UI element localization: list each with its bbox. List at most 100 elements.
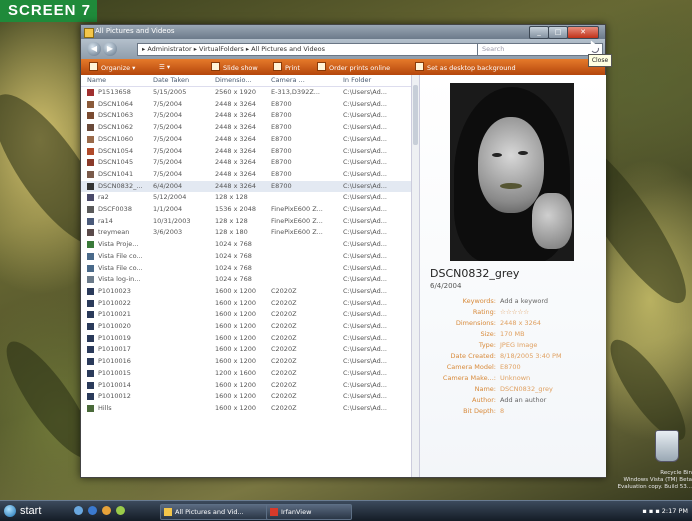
- forward-button[interactable]: ▶: [103, 42, 117, 56]
- table-row[interactable]: DSCN1063 7/5/2004 2448 x 3264 E8700 C:\Users…: [81, 110, 411, 122]
- scrollbar-thumb[interactable]: [413, 85, 418, 145]
- property-value[interactable]: 170 MB: [500, 329, 525, 340]
- views-button[interactable]: ☰ ▾: [159, 62, 170, 72]
- cell-camera: E8700: [271, 99, 292, 108]
- table-row[interactable]: treymean 3/6/2003 128 x 180 FinePixE600 Z..…: [81, 227, 411, 239]
- print-icon: [273, 62, 282, 71]
- column-header-name[interactable]: Name: [87, 75, 143, 86]
- property-row[interactable]: Size: 170 MB: [420, 329, 606, 340]
- column-header-date-taken[interactable]: Date Taken: [153, 75, 201, 86]
- cell-name: DSCN1064: [98, 99, 134, 108]
- cell-date-taken: 1/1/2004: [153, 205, 183, 213]
- property-label: Name:: [474, 385, 496, 393]
- cell-name: P1010016: [98, 357, 131, 366]
- show-desktop-icon[interactable]: [74, 506, 83, 515]
- system-tray[interactable]: ▪ ▪ ▪ 2:17 PM: [618, 504, 688, 518]
- property-value[interactable]: Add an author: [500, 395, 546, 406]
- minimize-button[interactable]: _: [529, 26, 549, 39]
- organize-button[interactable]: Organize ▾: [89, 62, 135, 72]
- property-value[interactable]: JPEG Image: [500, 340, 537, 351]
- folder-icon: [164, 508, 172, 516]
- table-row[interactable]: P1010023 1600 x 1200 C2020Z C:\Users\Ad...: [81, 286, 411, 298]
- table-row[interactable]: P1010012 1600 x 1200 C2020Z C:\Users\Ad...: [81, 391, 411, 403]
- file-thumbnail-icon: [87, 323, 94, 330]
- taskbar-item-explorer[interactable]: All Pictures and Vid...: [160, 504, 276, 520]
- table-row[interactable]: DSCN1060 7/5/2004 2448 x 3264 E8700 C:\Users…: [81, 134, 411, 146]
- table-row[interactable]: P1010016 1600 x 1200 C2020Z C:\Users\Ad...: [81, 356, 411, 368]
- cell-dimensions: 1024 x 768: [215, 240, 252, 249]
- table-row[interactable]: Hills 1600 x 1200 C2020Z C:\Users\Ad...: [81, 403, 411, 415]
- table-row[interactable]: DSCN0832_... 6/4/2004 2448 x 3264 E8700 C:\U…: [81, 180, 411, 193]
- property-value[interactable]: Unknown: [500, 373, 530, 384]
- column-header-camera[interactable]: Camera ...: [271, 75, 323, 86]
- file-thumbnail-icon: [87, 147, 94, 155]
- recycle-bin-icon[interactable]: [655, 430, 679, 462]
- property-row[interactable]: Name: DSCN0832_grey: [420, 384, 606, 395]
- table-row[interactable]: Vista log-in... 1024 x 768 C:\Users\Ad...: [81, 274, 411, 286]
- table-row[interactable]: DSCN1062 7/5/2004 2448 x 3264 E8700 C:\Users…: [81, 122, 411, 134]
- cell-name: DSCN1054: [98, 146, 134, 155]
- maximize-button[interactable]: □: [548, 26, 568, 39]
- start-button[interactable]: start: [4, 504, 41, 518]
- property-row[interactable]: Date Created: 8/18/2005 3:40 PM: [420, 351, 606, 362]
- media-player-icon[interactable]: [102, 506, 111, 515]
- table-row[interactable]: P1010021 1600 x 1200 C2020Z C:\Users\Ad...: [81, 309, 411, 321]
- internet-explorer-icon[interactable]: [88, 506, 97, 515]
- table-row[interactable]: P1010022 1600 x 1200 C2020Z C:\Users\Ad...: [81, 298, 411, 310]
- property-row[interactable]: Rating: ☆☆☆☆☆: [420, 307, 606, 318]
- table-row[interactable]: P1513658 5/15/2005 2560 x 1920 E-313,D392Z.…: [81, 87, 411, 99]
- table-row[interactable]: Vista Proje... 1024 x 768 C:\Users\Ad...: [81, 239, 411, 251]
- address-field[interactable]: ▸ Administrator ▸ VirtualFolders ▸ All P…: [137, 43, 479, 56]
- slideshow-button[interactable]: Slide show: [211, 62, 258, 72]
- property-value[interactable]: 2448 x 3264: [500, 318, 541, 329]
- property-row[interactable]: Camera Model: E8700: [420, 362, 606, 373]
- close-button[interactable]: ✕: [567, 26, 599, 39]
- table-row[interactable]: ra14 10/31/2003 128 x 128 FinePixE600 Z... C…: [81, 216, 411, 228]
- column-header-dimensions[interactable]: Dimensio...: [215, 75, 267, 86]
- back-button[interactable]: ◀: [87, 42, 101, 56]
- property-row[interactable]: Author: Add an author: [420, 395, 606, 406]
- property-value[interactable]: E8700: [500, 362, 521, 373]
- property-value[interactable]: ☆☆☆☆☆: [500, 307, 529, 318]
- table-row[interactable]: P1010017 1600 x 1200 C2020Z C:\Users\Ad...: [81, 344, 411, 356]
- order-prints-button[interactable]: Order prints online: [317, 62, 390, 72]
- table-row[interactable]: DSCN1045 7/5/2004 2448 x 3264 E8700 C:\Users…: [81, 157, 411, 169]
- search-input[interactable]: Search: [477, 43, 603, 56]
- clock[interactable]: 2:17 PM: [662, 507, 688, 515]
- table-row[interactable]: P1010019 1600 x 1200 C2020Z C:\Users\Ad...: [81, 333, 411, 345]
- property-row[interactable]: Dimensions: 2448 x 3264: [420, 318, 606, 329]
- property-row[interactable]: Camera Make...: Unknown: [420, 373, 606, 384]
- desktop-background-button[interactable]: Set as desktop background: [415, 62, 516, 72]
- cell-dimensions: 1600 x 1200: [215, 322, 257, 330]
- table-row[interactable]: P1010015 1200 x 1600 C2020Z C:\Users\Ad...: [81, 368, 411, 380]
- slideshow-label: Slide show: [223, 64, 258, 72]
- table-row[interactable]: Vista File co... 1024 x 768 C:\Users\Ad...: [81, 251, 411, 263]
- table-row[interactable]: P1010020 1600 x 1200 C2020Z C:\Users\Ad...: [81, 321, 411, 333]
- property-value[interactable]: 8: [500, 406, 504, 417]
- title-bar[interactable]: All Pictures and Videos _ □ ✕: [81, 25, 605, 39]
- cell-dimensions: 1600 x 1200: [215, 310, 257, 319]
- taskbar-item-irfanview[interactable]: IrfanView: [266, 504, 352, 520]
- list-scrollbar[interactable]: [411, 75, 419, 477]
- column-header-in-folder[interactable]: In Folder: [343, 75, 403, 86]
- property-row[interactable]: Type: JPEG Image: [420, 340, 606, 351]
- property-value[interactable]: 8/18/2005 3:40 PM: [500, 351, 562, 362]
- cell-folder: C:\Users\Ad...: [343, 251, 387, 260]
- table-row[interactable]: DSCN1064 7/5/2004 2448 x 3264 E8700 C:\Users…: [81, 99, 411, 111]
- table-row[interactable]: DSCN1041 7/5/2004 2448 x 3264 E8700 C:\Users…: [81, 169, 411, 181]
- property-row[interactable]: Keywords: Add a keyword: [420, 296, 606, 307]
- property-row[interactable]: Bit Depth: 8: [420, 406, 606, 417]
- table-row[interactable]: P1010014 1600 x 1200 C2020Z C:\Users\Ad...: [81, 380, 411, 392]
- cell-camera: FinePixE600 Z...: [271, 216, 323, 225]
- cell-name: P1010022: [98, 298, 131, 307]
- table-row[interactable]: DSCF0038 1/1/2004 1536 x 2048 FinePixE600 Z…: [81, 204, 411, 216]
- print-button[interactable]: Print: [273, 62, 300, 72]
- property-value[interactable]: Add a keyword: [500, 296, 548, 307]
- cell-dimensions: 1024 x 768: [215, 275, 252, 284]
- file-thumbnail-icon: [87, 124, 94, 132]
- switch-windows-icon[interactable]: [116, 506, 125, 515]
- table-row[interactable]: ra2 5/12/2004 128 x 128 C:\Users\Ad...: [81, 192, 411, 204]
- table-row[interactable]: DSCN1054 7/5/2004 2448 x 3264 E8700 C:\Users…: [81, 146, 411, 158]
- property-value[interactable]: DSCN0832_grey: [500, 384, 553, 395]
- table-row[interactable]: Vista File co... 1024 x 768 C:\Users\Ad...: [81, 263, 411, 275]
